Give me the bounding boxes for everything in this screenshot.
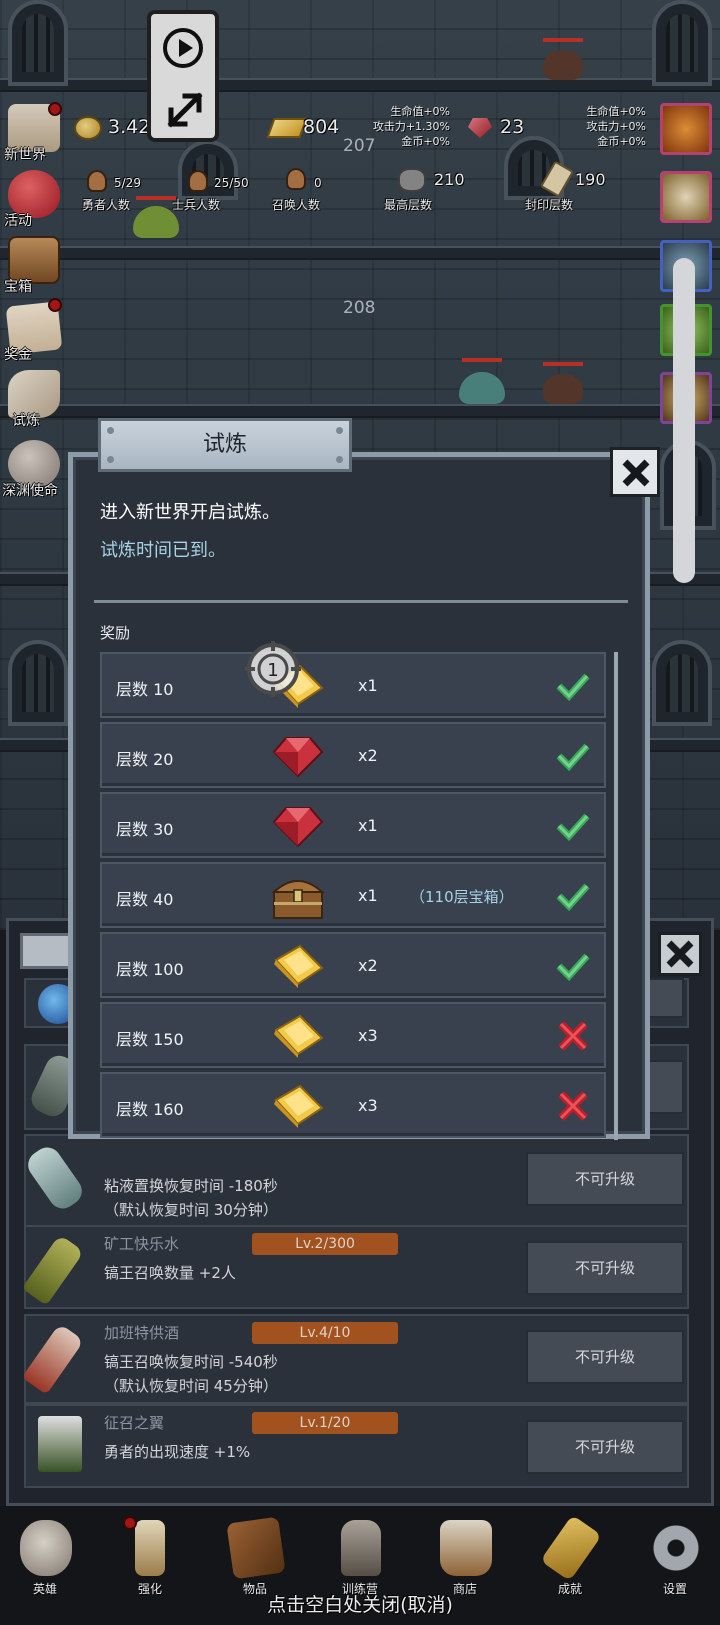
reward-floor: 层数 40 bbox=[116, 890, 174, 909]
gold-bar-icon bbox=[270, 1012, 326, 1060]
close-icon bbox=[622, 459, 650, 487]
treasure-chest-icon bbox=[270, 872, 326, 920]
check-icon bbox=[556, 743, 590, 772]
divider bbox=[94, 600, 628, 603]
check-icon bbox=[556, 883, 590, 912]
reward-note: （110层宝箱） bbox=[410, 888, 514, 906]
reward-row: 层数 150 x3 bbox=[100, 1002, 606, 1068]
reward-floor: 层数 10 bbox=[116, 680, 174, 699]
modal-title-plate: 试炼 bbox=[98, 418, 352, 472]
crosshair-marker-icon: 1 bbox=[245, 641, 301, 697]
reward-quantity: x2 bbox=[358, 956, 378, 975]
reward-floor: 层数 100 bbox=[116, 960, 184, 979]
claimed-check-icon bbox=[556, 670, 590, 702]
ruby-icon bbox=[270, 802, 326, 850]
unclaimed-cross-icon bbox=[556, 1090, 590, 1122]
claimed-check-icon bbox=[556, 950, 590, 982]
reward-quantity: x1 bbox=[358, 886, 378, 905]
rivet bbox=[336, 427, 343, 434]
unclaimed-cross-icon bbox=[556, 1020, 590, 1052]
reward-quantity: x3 bbox=[358, 1096, 378, 1115]
reward-quantity: x1 bbox=[358, 676, 378, 695]
reward-row: 层数 20 x2 bbox=[100, 722, 606, 788]
rivet bbox=[107, 427, 114, 434]
reward-floor: 层数 150 bbox=[116, 1030, 184, 1049]
claimed-check-icon bbox=[556, 740, 590, 772]
check-icon bbox=[556, 953, 590, 982]
reward-quantity: x3 bbox=[358, 1026, 378, 1045]
ruby-icon bbox=[270, 732, 326, 780]
rivet bbox=[107, 456, 114, 463]
reward-section-label: 奖励 bbox=[100, 624, 131, 642]
claimed-check-icon bbox=[556, 880, 590, 912]
modal-title: 试炼 bbox=[202, 432, 247, 457]
rivet bbox=[336, 456, 343, 463]
reward-row: 层数 10 x1 bbox=[100, 652, 606, 718]
gold-bar-icon bbox=[270, 1082, 326, 1130]
modal-close-button[interactable] bbox=[610, 447, 660, 497]
reward-row: 层数 40 x1 （110层宝箱） bbox=[100, 862, 606, 928]
reward-quantity: x2 bbox=[358, 746, 378, 765]
reward-list-scrollbar[interactable] bbox=[614, 652, 618, 1140]
reward-floor: 层数 160 bbox=[116, 1100, 184, 1119]
reward-row: 层数 160 x3 bbox=[100, 1072, 606, 1138]
reward-floor: 层数 30 bbox=[116, 820, 174, 839]
gold-bar-icon bbox=[270, 942, 326, 990]
reward-quantity: x1 bbox=[358, 816, 378, 835]
trial-intro-text: 进入新世界开启试炼。 bbox=[100, 502, 280, 523]
reward-row: 层数 100 x2 bbox=[100, 932, 606, 998]
claimed-check-icon bbox=[556, 810, 590, 842]
cross-icon bbox=[558, 1021, 588, 1051]
trial-status-text: 试炼时间已到。 bbox=[100, 540, 226, 561]
check-icon bbox=[556, 813, 590, 842]
marker-number: 1 bbox=[267, 660, 278, 681]
check-icon bbox=[556, 673, 590, 702]
cross-icon bbox=[558, 1091, 588, 1121]
reward-row: 层数 30 x1 bbox=[100, 792, 606, 858]
reward-floor: 层数 20 bbox=[116, 750, 174, 769]
